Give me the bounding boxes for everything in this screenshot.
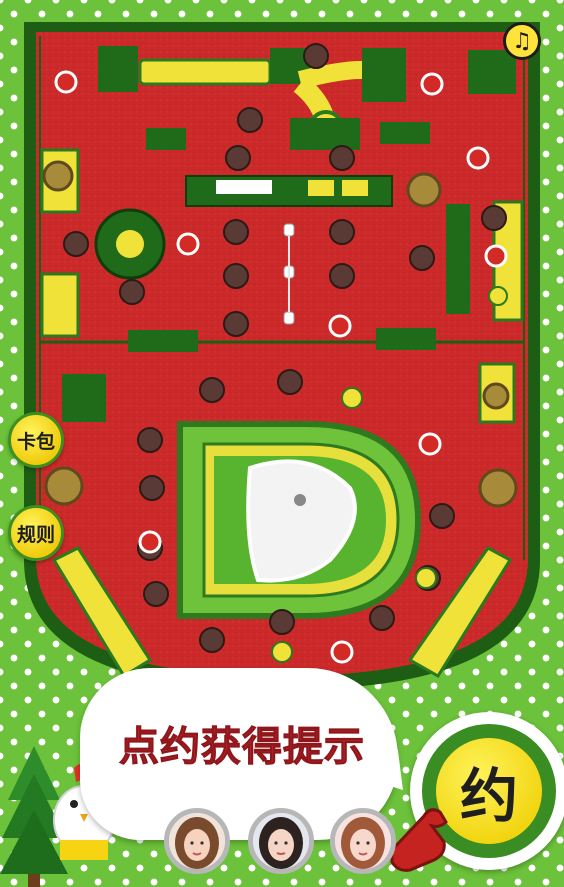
girl-avatar-2-icon (253, 813, 309, 869)
girl-avatar-1-icon (169, 813, 225, 869)
rules-button[interactable]: 规则 (8, 505, 64, 561)
music-toggle-button[interactable]: ♫ (503, 22, 541, 60)
card-pack-button[interactable]: 卡包 (8, 412, 64, 468)
rules-label: 规则 (16, 523, 55, 546)
girl-avatar-3[interactable] (330, 808, 396, 874)
music-note-icon: ♫ (512, 28, 532, 54)
girl-avatar-2[interactable] (248, 808, 314, 874)
date-button-label: 约 (459, 762, 518, 830)
card-pack-label: 卡包 (16, 430, 55, 453)
hint-text: 点约获得提示 (119, 724, 365, 771)
girl-avatar-1[interactable] (164, 808, 230, 874)
pointing-hand-icon (390, 808, 448, 872)
central-field (177, 421, 422, 619)
long-counter (185, 175, 393, 207)
girl-avatar-3-icon (335, 813, 391, 869)
